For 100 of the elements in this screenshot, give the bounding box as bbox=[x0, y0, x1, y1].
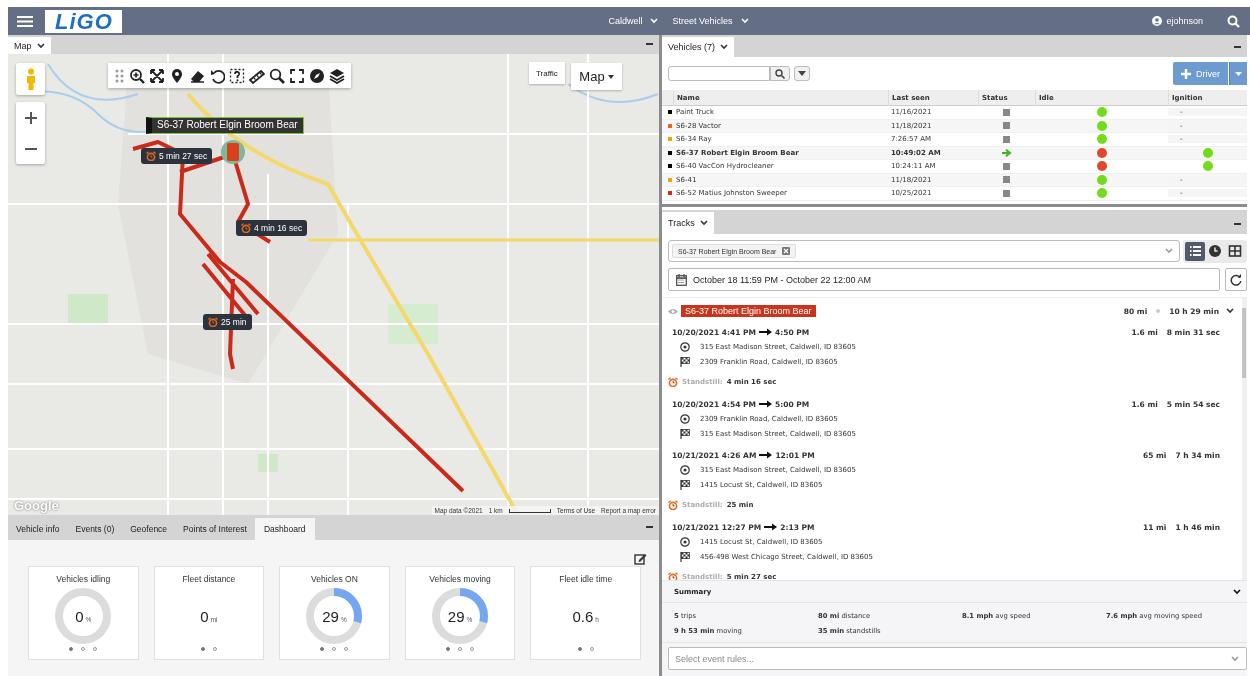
filter-dropdown-button[interactable] bbox=[794, 66, 810, 81]
card-title: Vehicles ON bbox=[311, 574, 358, 584]
panel-tab[interactable]: Tracks bbox=[662, 212, 714, 234]
donut-drawing bbox=[305, 587, 364, 645]
search-field[interactable] bbox=[668, 66, 770, 81]
pager-dot[interactable] bbox=[446, 647, 451, 651]
menu-icon[interactable] bbox=[17, 14, 33, 28]
panel-tab[interactable]: Map bbox=[8, 37, 51, 54]
card-value: 29 bbox=[447, 607, 465, 625]
start-point-icon bbox=[680, 464, 690, 475]
card-title: Vehicles moving bbox=[429, 574, 491, 584]
caret-icon bbox=[1235, 71, 1242, 76]
standstill-marker[interactable]: 4 min 16 sec bbox=[236, 220, 308, 236]
chevron-down-icon[interactable] bbox=[1226, 308, 1234, 314]
scrollbar[interactable] bbox=[1242, 298, 1247, 580]
pager-dot[interactable] bbox=[69, 647, 74, 651]
chevron-down-icon[interactable] bbox=[720, 44, 729, 50]
arrow-right-icon bbox=[759, 400, 773, 408]
standstill-marker[interactable]: 5 min 27 sec bbox=[141, 148, 213, 164]
standstill-marker[interactable]: 25 min bbox=[203, 314, 252, 330]
traffic-button[interactable]: Traffic bbox=[529, 62, 565, 84]
standstill-duration: 5 min 27 sec bbox=[159, 151, 208, 161]
pager-dot[interactable] bbox=[577, 647, 582, 651]
alarm-clock-icon bbox=[668, 572, 678, 580]
donut-drawing bbox=[54, 587, 113, 645]
arrow-right-icon bbox=[759, 451, 773, 459]
tab[interactable]: Events (0) bbox=[67, 518, 123, 540]
search-icon[interactable] bbox=[269, 67, 285, 84]
card-title: Vehicles idling bbox=[56, 574, 111, 584]
driver-dropdown-button[interactable] bbox=[1229, 62, 1247, 85]
arrow-right-icon bbox=[759, 328, 773, 336]
view-toggle[interactable] bbox=[1185, 241, 1205, 261]
pager-dot[interactable] bbox=[320, 647, 325, 651]
search-button[interactable] bbox=[770, 66, 790, 81]
checkered-flag-icon bbox=[680, 551, 690, 562]
map-provider-logo: Google bbox=[14, 498, 59, 513]
undo-icon[interactable] bbox=[209, 67, 225, 84]
alarm-clock-icon bbox=[208, 317, 218, 327]
search-icon bbox=[775, 68, 785, 79]
refresh-icon bbox=[1230, 273, 1242, 286]
start-point-icon bbox=[680, 536, 690, 547]
checkered-flag-icon bbox=[680, 479, 690, 490]
date-range-field[interactable]: October 18 11:59 PM - October 22 12:00 AM bbox=[668, 268, 1220, 291]
refresh-button[interactable] bbox=[1225, 268, 1247, 291]
compass-icon[interactable] bbox=[309, 67, 325, 84]
map-pin-icon[interactable] bbox=[169, 67, 185, 84]
map-type-dropdown[interactable]: Map bbox=[571, 63, 622, 90]
table-icon bbox=[1228, 244, 1242, 258]
chevron-down-icon[interactable] bbox=[1233, 588, 1241, 595]
user-name[interactable]: ejohnson bbox=[1166, 16, 1203, 26]
chevron-down-icon[interactable] bbox=[699, 220, 708, 226]
separator-dot bbox=[1156, 309, 1161, 313]
ruler-icon[interactable] bbox=[249, 67, 265, 84]
plus-icon bbox=[1181, 68, 1191, 79]
tab[interactable]: Vehicle info bbox=[8, 518, 68, 540]
arrow-right-icon bbox=[764, 523, 778, 531]
checkered-flag-icon bbox=[680, 428, 690, 439]
alarm-clock-icon bbox=[146, 151, 156, 161]
panel-tab[interactable]: Vehicles (7) bbox=[662, 37, 735, 57]
drag-handle-icon bbox=[114, 67, 125, 84]
fullscreen-icon[interactable] bbox=[289, 67, 305, 84]
person-icon bbox=[24, 68, 37, 90]
vehicle-marker-icon[interactable] bbox=[221, 140, 245, 164]
chevron-down-icon[interactable] bbox=[36, 42, 45, 49]
start-point-icon bbox=[680, 341, 690, 352]
user-icon bbox=[1152, 16, 1163, 26]
standstill-duration: 4 min 16 sec bbox=[254, 223, 303, 233]
vehicle-label: S6-37 Robert Elgin Broom Bear bbox=[146, 117, 304, 134]
donut-drawing bbox=[431, 587, 490, 645]
scale-bar bbox=[508, 508, 551, 513]
pager-dot[interactable] bbox=[200, 647, 205, 651]
card-value: 0.6 bbox=[572, 607, 594, 625]
tab[interactable]: Points of Interest bbox=[175, 518, 255, 540]
calendar-icon bbox=[676, 273, 687, 286]
edit-icon[interactable] bbox=[634, 553, 647, 565]
alarm-clock-icon bbox=[668, 377, 678, 387]
plus-icon bbox=[24, 111, 37, 124]
expand-icon[interactable] bbox=[149, 67, 165, 84]
card-value: 0 bbox=[75, 607, 84, 625]
checkered-flag-icon bbox=[680, 356, 690, 367]
zoom-in-icon[interactable] bbox=[129, 67, 145, 84]
tab[interactable]: Dashboard bbox=[254, 518, 315, 540]
card-value: 0 bbox=[200, 607, 209, 625]
filter-dropdown[interactable]: Street Vehicles bbox=[672, 16, 749, 26]
remove-icon[interactable] bbox=[782, 247, 791, 255]
caret-icon bbox=[798, 71, 806, 76]
clock-icon bbox=[1208, 244, 1222, 258]
start-point-icon bbox=[680, 413, 690, 424]
vehicle-tag: S6-37 Robert Elgin Broom Bear bbox=[681, 305, 816, 317]
alarm-clock-icon bbox=[241, 223, 251, 233]
card-title: Fleet idle time bbox=[559, 574, 613, 584]
standstill-duration: 25 min bbox=[221, 317, 247, 327]
tab[interactable]: Geofence bbox=[122, 518, 176, 540]
logo[interactable]: LiGO bbox=[45, 9, 122, 33]
event-rules-select[interactable]: Select event rules... bbox=[668, 647, 1247, 670]
selection-question-icon[interactable] bbox=[229, 67, 245, 84]
filter-dropdown[interactable]: Caldwell bbox=[608, 16, 659, 26]
layers-icon[interactable] bbox=[329, 67, 345, 84]
card-value: 29 bbox=[322, 607, 339, 625]
list-icon bbox=[1188, 244, 1202, 258]
